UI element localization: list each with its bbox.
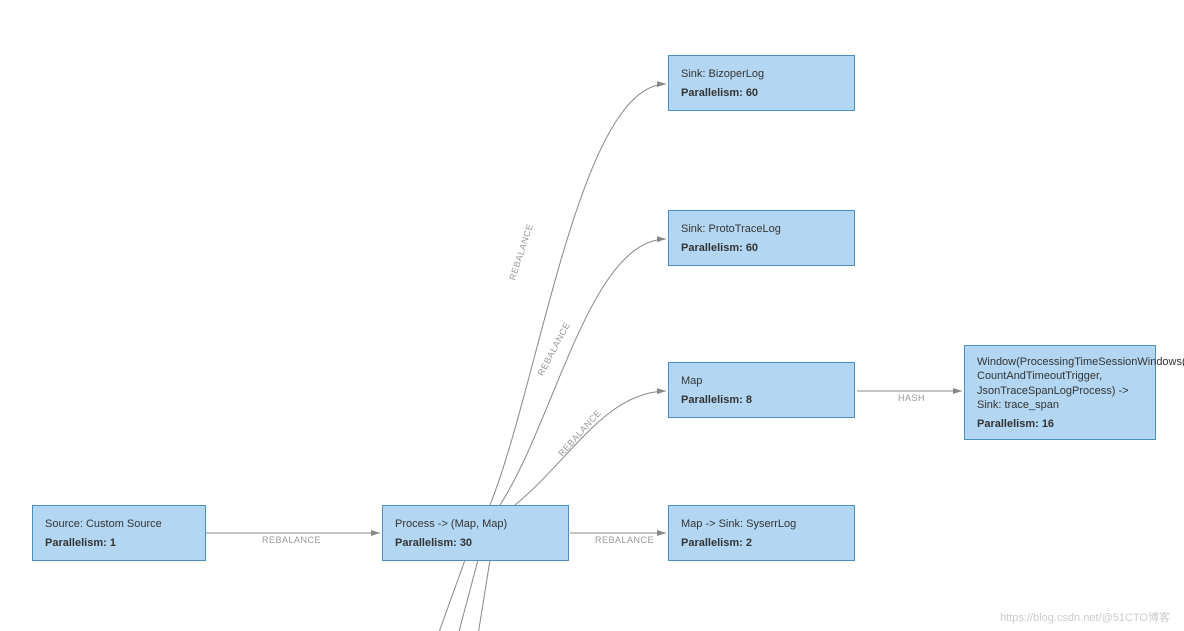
node-parallelism: Parallelism: 1: [45, 537, 193, 549]
watermark: https://blog.csdn.net/@51CTO博客: [1000, 609, 1170, 625]
edge-label-rebalance: REBALANCE: [262, 535, 321, 545]
node-map-syserr[interactable]: Map -> Sink: SyserrLog Parallelism: 2: [668, 505, 855, 561]
node-sink-proto[interactable]: Sink: ProtoTraceLog Parallelism: 60: [668, 210, 855, 266]
node-source[interactable]: Source: Custom Source Parallelism: 1: [32, 505, 206, 561]
edge-label-rebalance: REBALANCE: [507, 222, 535, 281]
node-parallelism: Parallelism: 60: [681, 87, 842, 99]
node-title: Window(ProcessingTimeSessionWindows(2500…: [977, 355, 1143, 412]
node-parallelism: Parallelism: 16: [977, 418, 1143, 430]
node-title: Process -> (Map, Map): [395, 517, 556, 531]
edge-label-rebalance: REBALANCE: [556, 408, 603, 459]
node-process[interactable]: Process -> (Map, Map) Parallelism: 30: [382, 505, 569, 561]
node-parallelism: Parallelism: 2: [681, 537, 842, 549]
node-parallelism: Parallelism: 60: [681, 242, 842, 254]
node-title: Source: Custom Source: [45, 517, 193, 531]
node-title: Map: [681, 374, 842, 388]
diagram-canvas: Source: Custom Source Parallelism: 1 Pro…: [0, 0, 1184, 631]
edge-label-rebalance: REBALANCE: [595, 535, 654, 545]
node-title: Sink: BizoperLog: [681, 67, 842, 81]
edge-label-hash: HASH: [898, 393, 925, 403]
node-sink-bizoper[interactable]: Sink: BizoperLog Parallelism: 60: [668, 55, 855, 111]
node-parallelism: Parallelism: 8: [681, 394, 842, 406]
node-map[interactable]: Map Parallelism: 8: [668, 362, 855, 418]
node-title: Sink: ProtoTraceLog: [681, 222, 842, 236]
node-window[interactable]: Window(ProcessingTimeSessionWindows(2500…: [964, 345, 1156, 440]
node-title: Map -> Sink: SyserrLog: [681, 517, 842, 531]
edge-label-rebalance: REBALANCE: [536, 321, 573, 378]
node-parallelism: Parallelism: 30: [395, 537, 556, 549]
